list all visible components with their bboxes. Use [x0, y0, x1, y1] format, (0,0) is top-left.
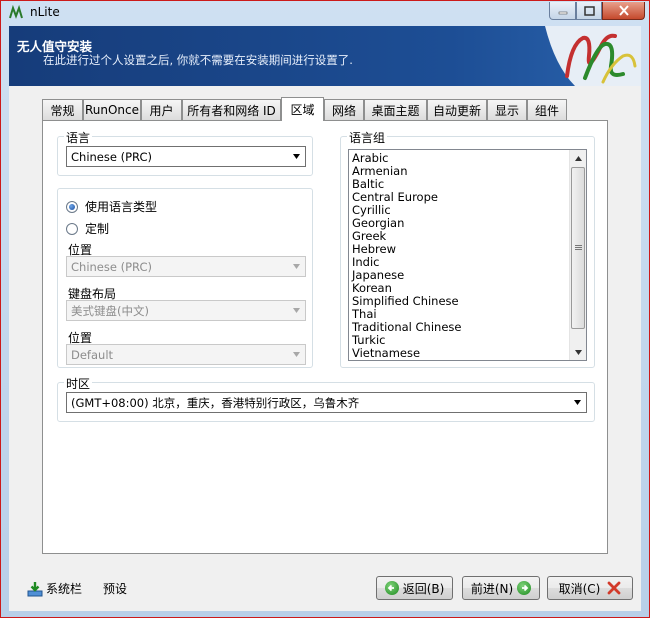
language-select-value: Chinese (PRC) [71, 149, 152, 164]
timezone-group: 时区 (GMT+08:00) 北京，重庆，香港特别行政区，乌鲁木齐 [57, 375, 595, 422]
radio-use-language-type[interactable]: 使用语言类型 [66, 198, 157, 215]
back-button[interactable]: 返回(B) [376, 576, 453, 600]
preset-button[interactable]: 预设 [103, 580, 127, 597]
banner-subtitle: 在此进行过个人设置之后, 你就不需要在安装期间进行设置了. [43, 53, 353, 67]
header-banner: 无人值守安装 在此进行过个人设置之后, 你就不需要在安装期间进行设置了. [9, 26, 641, 86]
minimize-icon [558, 11, 567, 14]
next-arrow-icon [517, 581, 532, 595]
scroll-up-button[interactable] [570, 150, 586, 166]
tab-runonce[interactable]: RunOnce [83, 99, 141, 120]
list-item[interactable]: Armenian [349, 165, 586, 178]
locale-group: 使用语言类型 定制 位置 Chinese (PRC) 键盘布局 美式键盘(中文)… [57, 188, 313, 368]
language-groups-group: 语言组 Arabic Armenian Baltic Central Europ… [340, 129, 595, 368]
tab-general[interactable]: 常规 [42, 99, 83, 120]
location-select-value: Chinese (PRC) [71, 259, 152, 274]
scroll-down-button[interactable] [570, 344, 586, 360]
language-select[interactable]: Chinese (PRC) [66, 146, 306, 167]
language-groups-items: Arabic Armenian Baltic Central Europe Cy… [349, 150, 586, 360]
tab-display[interactable]: 显示 [487, 99, 527, 120]
next-button-label: 前进(N) [470, 581, 514, 596]
list-item[interactable]: Simplified Chinese [349, 295, 586, 308]
client-area: 常规 RunOnce 用户 所有者和网络 ID 区域 网络 桌面主题 自动更新 … [9, 86, 641, 611]
back-arrow-icon [384, 581, 399, 595]
cancel-button-label: 取消(C) [558, 581, 601, 596]
tab-users[interactable]: 用户 [141, 99, 182, 120]
tab-owner-network-id[interactable]: 所有者和网络 ID [182, 99, 281, 120]
language-groups-list[interactable]: Arabic Armenian Baltic Central Europe Cy… [348, 149, 587, 361]
scrollbar-thumb[interactable] [571, 167, 585, 329]
tab-automatic-updates[interactable]: 自动更新 [427, 99, 487, 120]
radio-selected-icon [66, 200, 78, 213]
download-tray-icon [27, 581, 43, 596]
list-item[interactable]: Hebrew [349, 243, 586, 256]
tab-desktop-themes[interactable]: 桌面主题 [364, 99, 427, 120]
chevron-down-icon [293, 264, 300, 269]
location2-select-value: Default [71, 347, 114, 362]
radio-use-language-type-label: 使用语言类型 [85, 200, 158, 214]
system-tray-button[interactable]: 系统栏 [27, 580, 82, 597]
language-group-label: 语言 [64, 129, 93, 146]
system-tray-label: 系统栏 [46, 582, 83, 596]
tab-network[interactable]: 网络 [324, 99, 364, 120]
cancel-x-icon [607, 581, 621, 595]
radio-unselected-icon [66, 222, 78, 235]
nlite-app-icon [9, 5, 23, 19]
language-groups-label: 语言组 [347, 129, 388, 146]
close-icon [618, 5, 629, 16]
grip-icon [574, 245, 582, 250]
tab-components[interactable]: 组件 [527, 99, 567, 120]
list-item[interactable]: Vietnamese [349, 347, 586, 360]
chevron-down-icon [293, 308, 300, 313]
cancel-button[interactable]: 取消(C) [547, 576, 633, 600]
tab-panel-regional: 语言 Chinese (PRC) 使用语言类型 定制 位置 Chinese (P… [42, 120, 608, 554]
nlite-logo [545, 26, 641, 86]
keyboard-layout-select-value: 美式键盘(中文) [71, 303, 149, 318]
chevron-down-icon [574, 349, 582, 355]
radio-custom[interactable]: 定制 [66, 220, 109, 237]
title-bar[interactable]: nLite [2, 2, 648, 24]
chevron-up-icon [574, 155, 582, 161]
maximize-button[interactable] [576, 2, 602, 20]
minimize-button[interactable] [549, 2, 576, 20]
timezone-select-value: (GMT+08:00) 北京，重庆，香港特别行政区，乌鲁木齐 [71, 395, 360, 410]
timezone-group-label: 时区 [64, 375, 93, 392]
location-select: Chinese (PRC) [66, 256, 306, 277]
location2-select: Default [66, 344, 306, 365]
window-title: nLite [30, 5, 60, 19]
close-button[interactable] [602, 2, 645, 20]
timezone-select[interactable]: (GMT+08:00) 北京，重庆，香港特别行政区，乌鲁木齐 [66, 392, 587, 413]
preset-label: 预设 [103, 582, 128, 596]
chevron-down-icon [293, 352, 300, 357]
language-group: 语言 Chinese (PRC) [57, 129, 313, 176]
vertical-scrollbar[interactable] [569, 150, 586, 360]
maximize-icon [583, 5, 595, 16]
radio-custom-label: 定制 [85, 222, 110, 236]
chevron-down-icon [293, 154, 300, 159]
back-button-label: 返回(B) [402, 581, 445, 596]
app-window: nLite 无人值守安装 在此进行过个人设置之后, 你就不需要在安装期间进行设置… [0, 0, 650, 618]
next-button[interactable]: 前进(N) [462, 576, 540, 600]
keyboard-layout-select: 美式键盘(中文) [66, 300, 306, 321]
tab-regional[interactable]: 区域 [281, 97, 324, 121]
chevron-down-icon [574, 400, 581, 405]
